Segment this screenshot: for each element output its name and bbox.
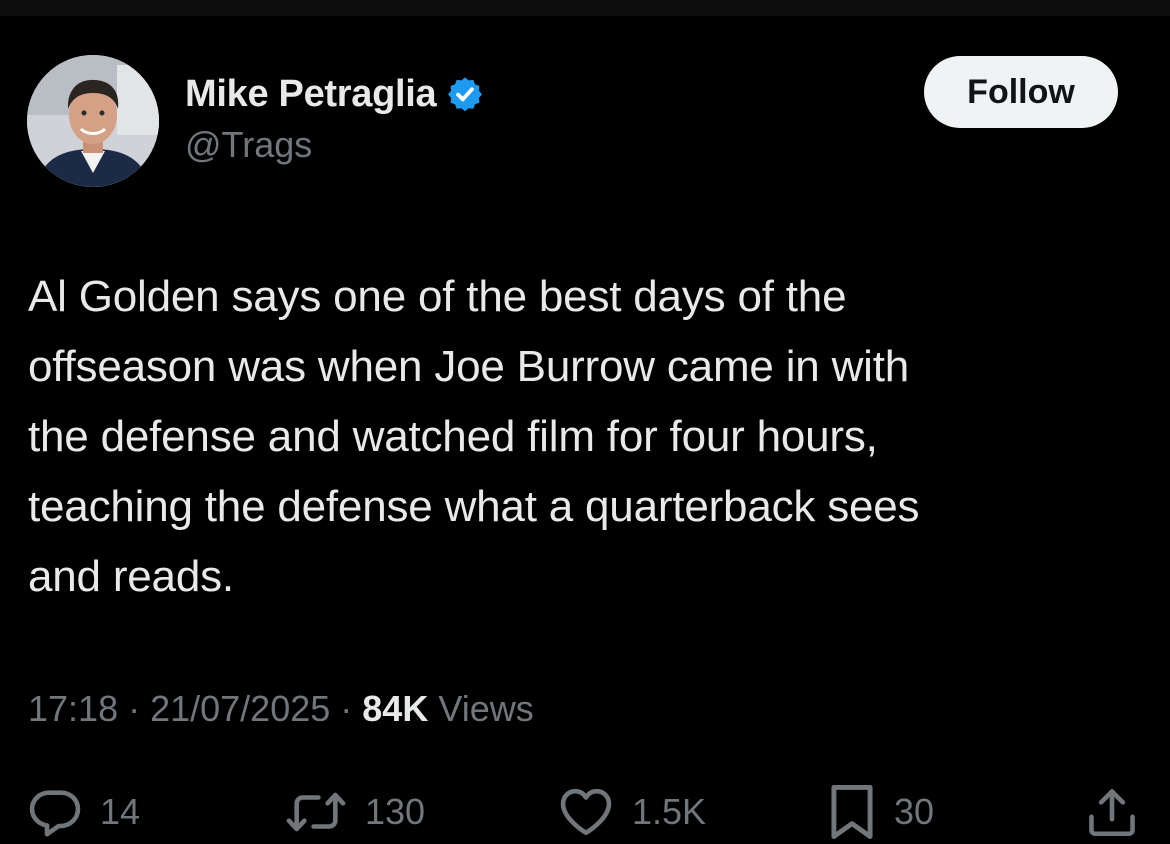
author-display-name[interactable]: Mike Petraglia	[185, 73, 437, 116]
reply-button[interactable]: 14	[26, 780, 140, 844]
author-name-row: Mike Petraglia	[185, 70, 484, 118]
author-handle[interactable]: @Trags	[185, 124, 312, 166]
repost-button[interactable]: 130	[283, 780, 425, 844]
repost-icon	[283, 783, 349, 841]
views-label[interactable]: Views	[428, 688, 533, 730]
tweet-actions: 14 130 1.5K 30	[0, 780, 1170, 844]
reply-count: 14	[100, 791, 141, 832]
like-count: 1.5K	[632, 791, 707, 832]
share-button[interactable]	[1083, 780, 1141, 844]
views-count[interactable]: 84K	[362, 688, 428, 730]
meta-separator: ·	[330, 688, 363, 729]
meta-separator: ·	[118, 688, 151, 729]
tweet-text-line: and reads.	[28, 552, 234, 601]
bookmark-button[interactable]: 30	[826, 780, 934, 844]
tweet-text: Al Golden says one of the best days of t…	[28, 262, 1128, 612]
tweet-text-line: the defense and watched film for four ho…	[28, 412, 878, 461]
bookmark-icon	[826, 781, 878, 843]
avatar-photo	[27, 55, 159, 187]
avatar[interactable]	[27, 55, 159, 187]
tweet-text-line: offseason was when Joe Burrow came in wi…	[28, 342, 910, 391]
tweet-text-line: teaching the defense what a quarterback …	[28, 482, 920, 531]
tweet-text-line: Al Golden says one of the best days of t…	[28, 272, 847, 321]
heart-icon	[556, 783, 616, 841]
tweet-meta: 17:18 · 21/07/2025 · 84K Views	[28, 688, 534, 730]
reply-icon	[26, 783, 84, 841]
repost-count: 130	[365, 791, 426, 832]
like-button[interactable]: 1.5K	[556, 780, 706, 844]
verified-badge-icon	[446, 75, 484, 113]
top-strip	[0, 0, 1170, 16]
share-icon	[1083, 783, 1141, 841]
tweet-date[interactable]: 21/07/2025	[150, 688, 330, 730]
tweet-time[interactable]: 17:18	[28, 688, 118, 730]
follow-button[interactable]: Follow	[924, 56, 1118, 128]
bookmark-count: 30	[894, 791, 935, 832]
